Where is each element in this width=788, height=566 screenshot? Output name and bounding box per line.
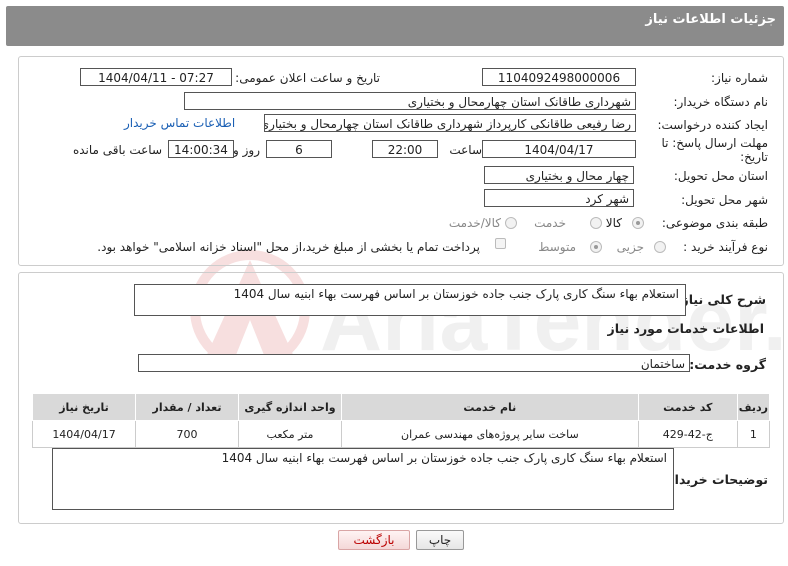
buyer-notes-label: توضیحات خریدار:: [662, 472, 768, 487]
category-radio-service[interactable]: [590, 217, 602, 229]
buyer-contact-link[interactable]: اطلاعات تماس خریدار: [124, 116, 235, 130]
services-section-title: اطلاعات خدمات مورد نیاز: [607, 321, 765, 336]
announce-date-label: تاریخ و ساعت اعلان عمومی:: [235, 71, 380, 85]
page-title: جزئیات اطلاعات نیاز: [645, 12, 776, 27]
summary-textarea[interactable]: استعلام بهاء سنگ کاری پارک جنب جاده خوزس…: [134, 284, 686, 316]
process-radio-minor[interactable]: [654, 241, 666, 253]
category-radio-goods[interactable]: [632, 217, 644, 229]
table-header-row: ردیف کد خدمت نام خدمت واحد اندازه گیری ت…: [31, 393, 771, 421]
category-option-goods-service: کالا/خدمت: [448, 216, 501, 230]
deadline-date-field[interactable]: 1404/04/17: [482, 140, 636, 158]
category-option-service: خدمت: [534, 216, 566, 230]
buyer-notes-textarea[interactable]: استعلام بهاء سنگ کاری پارک جنب جاده خوزس…: [52, 448, 674, 510]
cell-unit: متر مکعب: [237, 420, 342, 448]
process-label: نوع فرآیند خرید :: [683, 240, 768, 254]
treasury-payment-checkbox[interactable]: [495, 238, 506, 249]
deadline-time-field[interactable]: 22:00: [372, 140, 438, 158]
category-label: طبقه بندی موضوعی:: [661, 216, 768, 230]
deadline-time-label: ساعت: [449, 143, 482, 157]
process-option-minor: جزیی: [616, 240, 644, 254]
days-label: روز و: [233, 143, 260, 157]
cell-row-number: 1: [736, 420, 771, 448]
print-button[interactable]: چاپ: [416, 530, 464, 550]
province-label: استان محل تحویل:: [673, 169, 768, 183]
city-field[interactable]: شهر کرد: [484, 189, 634, 207]
city-label: شهر محل تحویل:: [681, 193, 768, 207]
back-button[interactable]: بازگشت: [338, 530, 410, 550]
creator-label: ایجاد کننده درخواست:: [657, 118, 768, 132]
table-row[interactable]: 1 ج-42-429 ساخت سایر پروژه‌های مهندسی عم…: [31, 420, 771, 448]
cell-quantity: 700: [135, 420, 239, 448]
buyer-org-label: نام دستگاه خریدار:: [673, 95, 769, 109]
category-radio-goods-service[interactable]: [505, 217, 517, 229]
need-info-panel: [18, 56, 784, 266]
need-number-field[interactable]: 1104092498000006: [482, 68, 636, 86]
need-number-label: شماره نیاز:: [711, 71, 768, 85]
days-remaining-field[interactable]: 6: [266, 140, 332, 158]
cell-service-name: ساخت سایر پروژه‌های مهندسی عمران: [340, 420, 639, 448]
col-header-row-number: ردیف: [736, 393, 771, 421]
col-header-quantity: تعداد / مقدار: [135, 393, 239, 421]
col-header-service-name: نام خدمت: [340, 393, 639, 421]
deadline-label-date: تاریخ:: [740, 150, 768, 164]
col-header-unit: واحد اندازه گیری: [237, 393, 342, 421]
announce-date-field[interactable]: 1404/04/11 - 07:27: [80, 68, 232, 86]
process-radio-medium[interactable]: [590, 241, 602, 253]
cell-service-code: ج-42-429: [637, 420, 738, 448]
creator-field[interactable]: رضا رفیعی طاقانکی کارپرداز شهرداری طاقان…: [264, 114, 636, 132]
service-group-label: گروه خدمت:: [689, 357, 766, 372]
remaining-time-label: ساعت باقی مانده: [72, 143, 162, 157]
province-field[interactable]: چهار محال و بختیاری: [484, 166, 634, 184]
col-header-service-code: کد خدمت: [637, 393, 738, 421]
col-header-need-date: تاریخ نیاز: [31, 393, 137, 421]
summary-label: شرح کلی نیاز:: [676, 292, 766, 307]
treasury-payment-note: پرداخت تمام یا بخشی از مبلغ خرید،از محل …: [97, 240, 480, 254]
remaining-time-field[interactable]: 14:00:34: [168, 140, 234, 158]
buyer-org-field[interactable]: شهرداری طاقانک استان چهارمحال و بختیاری: [184, 92, 636, 110]
cell-need-date: 1404/04/17: [31, 420, 137, 448]
deadline-label: مهلت ارسال پاسخ: تا: [661, 136, 768, 150]
process-option-medium: متوسط: [538, 240, 576, 254]
services-table: ردیف کد خدمت نام خدمت واحد اندازه گیری ت…: [31, 393, 771, 448]
service-group-field[interactable]: ساختمان: [138, 354, 690, 372]
category-option-goods: کالا: [605, 216, 622, 230]
